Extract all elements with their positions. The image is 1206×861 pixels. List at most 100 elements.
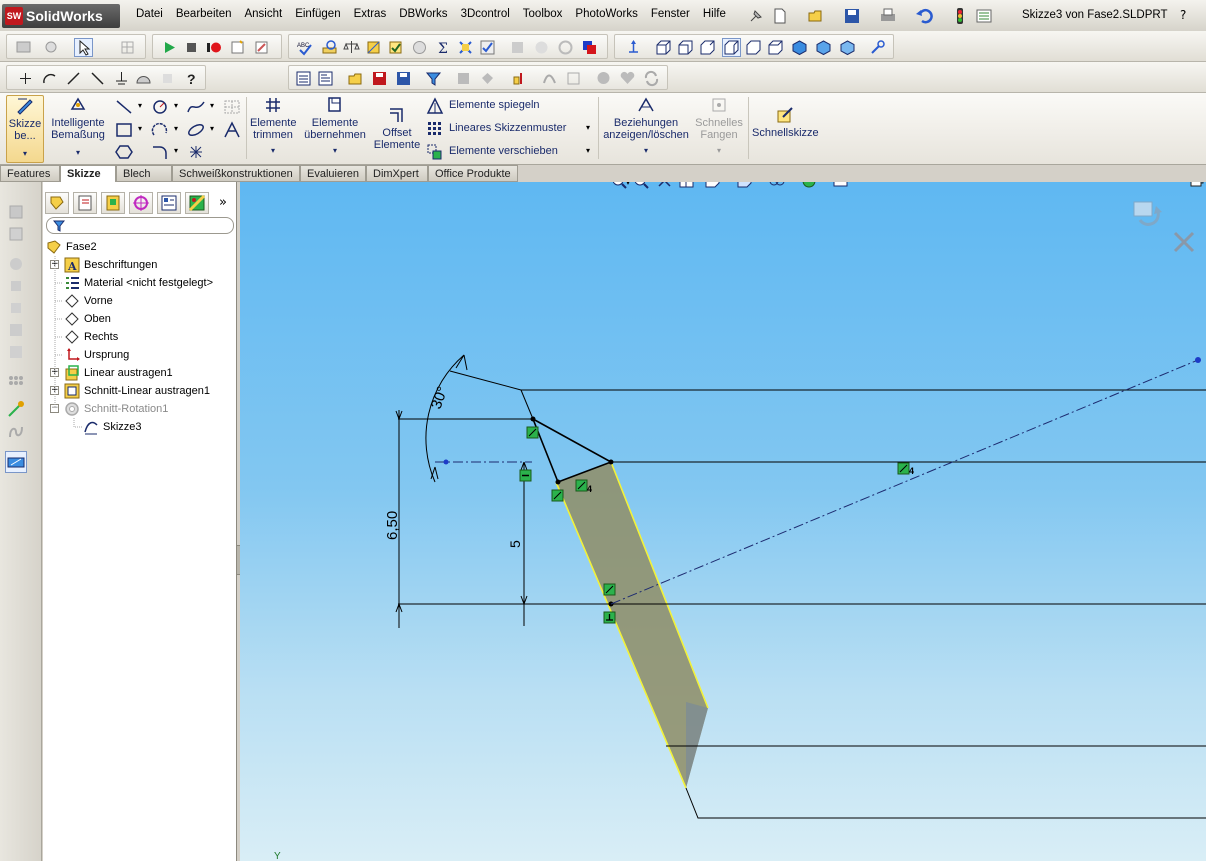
linear-pattern-dropdown-arrow[interactable]: ▾ — [586, 123, 590, 132]
formula-disabled-icon[interactable] — [565, 70, 582, 87]
spelling-icon[interactable]: ABC — [297, 39, 314, 56]
menu-hilfe[interactable]: Hilfe — [703, 8, 726, 20]
centerpoint-arc-icon[interactable] — [150, 121, 170, 139]
linear-pattern-icon[interactable] — [426, 120, 444, 138]
menu-photoworks[interactable]: PhotoWorks — [575, 8, 637, 20]
help-button[interactable]: ? — [1180, 8, 1186, 22]
statistics-icon[interactable] — [411, 39, 428, 56]
move-dropdown-arrow[interactable]: ▾ — [586, 146, 590, 155]
dome-icon[interactable] — [135, 70, 152, 87]
relation-coincident-icon[interactable] — [551, 489, 564, 502]
ellipse-tool-icon[interactable] — [186, 121, 206, 139]
select-filter-icon[interactable] — [15, 39, 32, 56]
ground-icon[interactable] — [113, 70, 130, 87]
menu-3dcontrol[interactable]: 3Dcontrol — [461, 8, 510, 20]
view-trimetric-icon[interactable] — [815, 39, 832, 56]
model-edge-slope[interactable] — [520, 389, 534, 420]
relation-coincident-icon[interactable] — [603, 583, 616, 596]
sketch-vertex[interactable] — [555, 479, 561, 485]
grid-snap-icon[interactable] — [119, 39, 136, 56]
macro-edit-icon[interactable] — [253, 39, 270, 56]
curve-disabled-icon[interactable] — [541, 70, 558, 87]
polygon-tool-icon[interactable] — [114, 143, 134, 161]
sketch-exit-button[interactable]: Skizze be... ▾ — [6, 95, 44, 163]
relation-equal-icon[interactable] — [575, 479, 588, 492]
dimension-angle-text[interactable]: 30° — [428, 384, 452, 411]
relation-coincident-icon[interactable] — [526, 426, 539, 439]
centerline-diagonal[interactable] — [610, 359, 1199, 605]
convert-entities-button[interactable]: Elemente übernehmen ▾ — [302, 95, 368, 157]
summary-icon[interactable] — [317, 70, 334, 87]
smart-dimension-button[interactable]: Intelligente Bemaßung ▾ — [48, 95, 108, 159]
spline-tool-icon[interactable] — [186, 98, 206, 116]
options-list-icon[interactable] — [974, 6, 994, 26]
help-question-icon[interactable]: ? — [183, 70, 200, 87]
save-blue-icon[interactable] — [395, 70, 412, 87]
feature-statistics-icon[interactable] — [457, 39, 474, 56]
zebra-icon[interactable] — [533, 39, 550, 56]
relation-equal-icon[interactable] — [897, 462, 910, 475]
paste-disabled-icon[interactable] — [479, 70, 496, 87]
fillet-dropdown-arrow[interactable]: ▾ — [174, 146, 178, 155]
rapid-sketch-button[interactable]: Schnellskizze — [752, 105, 819, 139]
print-icon[interactable] — [878, 6, 898, 26]
chamfer-face[interactable] — [556, 462, 708, 788]
rib-disabled-icon[interactable] — [6, 342, 26, 362]
relation-horizontal-icon[interactable] — [519, 469, 532, 482]
menu-extras[interactable]: Extras — [354, 8, 387, 20]
rebuild-disabled-icon[interactable] — [643, 70, 660, 87]
sketch-drawing[interactable]: 30° 6,50 5 4 4 Y — [240, 182, 1206, 861]
spline-dropdown-arrow[interactable]: ▾ — [210, 101, 214, 110]
view-dimetric-icon[interactable] — [839, 39, 856, 56]
mass-properties-icon[interactable] — [343, 39, 360, 56]
feature-filter-input[interactable] — [46, 217, 234, 234]
mirror-entities-label[interactable]: Elemente spiegeln — [449, 99, 540, 111]
menu-fenster[interactable]: Fenster — [651, 8, 690, 20]
macro-stop-icon[interactable] — [183, 39, 200, 56]
check-sketch-icon[interactable] — [387, 39, 404, 56]
grid-tool-icon[interactable] — [222, 98, 242, 116]
menu-toolbox[interactable]: Toolbox — [523, 8, 563, 20]
pin-icon[interactable] — [746, 6, 766, 26]
display-relations-button[interactable]: Beziehungen anzeigen/löschen ▾ — [602, 95, 690, 157]
view-top-icon[interactable] — [745, 39, 762, 56]
dimxpert-tab[interactable] — [129, 192, 153, 214]
linear-pattern-label[interactable]: Lineares Skizzenmuster — [449, 122, 566, 134]
undo-icon[interactable] — [914, 6, 934, 26]
dimension-height-text[interactable]: 6,50 — [384, 511, 401, 540]
relation-perpendicular-icon[interactable] — [603, 611, 616, 624]
menu-einfuegen[interactable]: Einfügen — [295, 8, 340, 20]
tab-skizze[interactable]: Skizze — [60, 165, 116, 183]
centerline-point[interactable] — [443, 459, 449, 465]
move-entities-label[interactable]: Elemente verschieben — [449, 145, 558, 157]
menu-datei[interactable]: Datei — [136, 8, 163, 20]
tab-evaluieren[interactable]: Evaluieren — [300, 165, 366, 182]
line-down-icon[interactable] — [89, 70, 106, 87]
sketch-color-icon[interactable] — [6, 400, 26, 420]
tab-dimxpert[interactable]: DimXpert — [366, 165, 428, 182]
move-entities-icon[interactable] — [426, 143, 444, 161]
line-up-icon[interactable] — [65, 70, 82, 87]
view-back-icon[interactable] — [677, 39, 694, 56]
line-dropdown-arrow[interactable]: ▾ — [138, 101, 142, 110]
measure-icon[interactable] — [321, 39, 338, 56]
loft-disabled-icon[interactable] — [6, 298, 26, 318]
sketch-mode-icon[interactable] — [5, 451, 27, 473]
filter-funnel-icon[interactable] — [425, 70, 442, 87]
panel-tabs-more[interactable]: » — [219, 195, 227, 210]
configurationmanager-tab[interactable] — [101, 192, 125, 214]
tab-blech[interactable]: Blech — [116, 165, 172, 182]
view-front-icon[interactable] — [655, 39, 672, 56]
balloon-disabled-icon[interactable] — [595, 70, 612, 87]
appearance-tab[interactable] — [185, 192, 209, 214]
menu-dbworks[interactable]: DBWorks — [399, 8, 447, 20]
menu-ansicht[interactable]: Ansicht — [244, 8, 282, 20]
sketch-point-icon[interactable] — [186, 143, 206, 161]
view-isometric-icon[interactable] — [791, 39, 808, 56]
explode-icon[interactable] — [511, 70, 528, 87]
propertymanager-tab[interactable] — [73, 192, 97, 214]
circle-dropdown-arrow[interactable]: ▾ — [174, 101, 178, 110]
centerline-endpoint[interactable] — [1195, 357, 1201, 363]
save-icon[interactable] — [842, 6, 862, 26]
check-entity-icon[interactable] — [479, 39, 496, 56]
